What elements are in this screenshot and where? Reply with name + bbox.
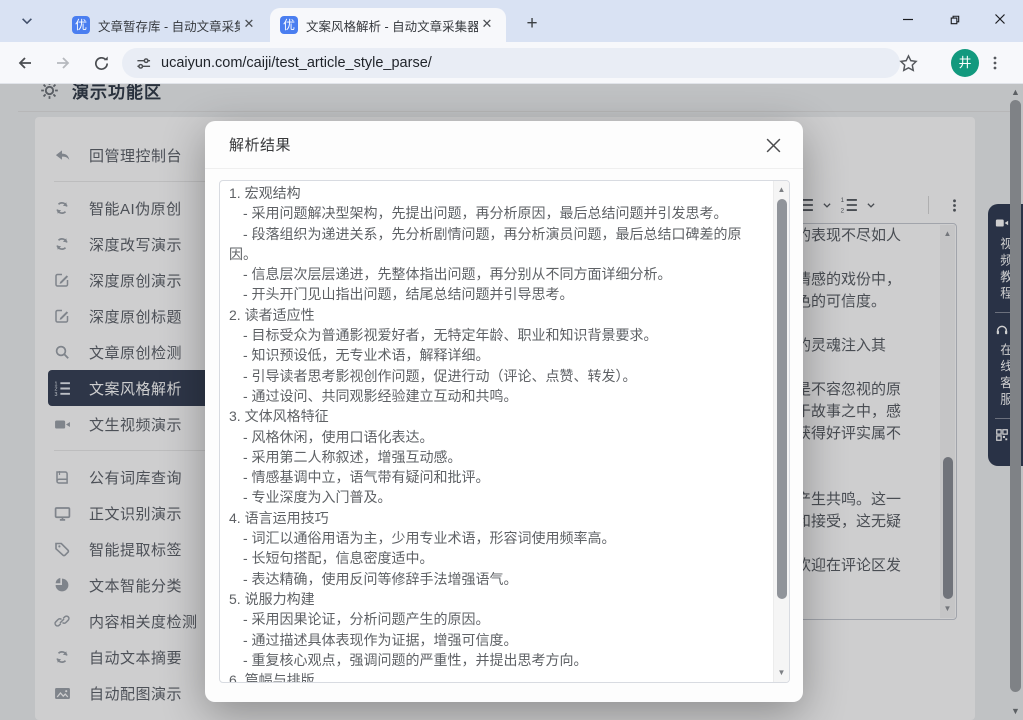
modal-scrollbar-thumb[interactable] xyxy=(777,199,787,599)
modal-close-icon[interactable] xyxy=(759,131,787,159)
browser-tab-inactive[interactable]: 优 文章暂存库 - 自动文章采集器-优 ✕ xyxy=(62,8,268,42)
modal-title: 解析结果 xyxy=(229,134,291,155)
tab-close-icon[interactable]: ✕ xyxy=(240,16,258,34)
scroll-up-icon[interactable]: ▲ xyxy=(774,182,789,198)
window-close-icon[interactable] xyxy=(977,0,1023,38)
tab-title: 文章暂存库 - 自动文章采集器-优 xyxy=(98,16,240,35)
back-button[interactable] xyxy=(10,48,40,78)
browser-menu-kebab-icon[interactable] xyxy=(987,49,1013,77)
browser-toolbar: ucaiyun.com/caiji/test_article_style_par… xyxy=(0,42,1023,84)
reload-button[interactable] xyxy=(86,48,116,78)
scroll-down-icon[interactable]: ▼ xyxy=(774,665,789,681)
url-input[interactable]: ucaiyun.com/caiji/test_article_style_par… xyxy=(161,55,432,71)
profile-avatar[interactable]: 井 xyxy=(951,49,979,77)
tab-title: 文案风格解析 - 自动文章采集器 xyxy=(306,16,478,35)
browser-tab-strip: 优 文章暂存库 - 自动文章采集器-优 ✕ 优 文案风格解析 - 自动文章采集器… xyxy=(0,0,1023,42)
site-favicon: 优 xyxy=(72,16,90,34)
browser-tab-active[interactable]: 优 文案风格解析 - 自动文章采集器 ✕ xyxy=(270,8,506,42)
address-bar[interactable]: ucaiyun.com/caiji/test_article_style_par… xyxy=(122,48,900,78)
modal-scrollbar[interactable]: ▲ ▼ xyxy=(773,181,789,682)
tab-close-icon[interactable]: ✕ xyxy=(478,16,496,34)
parse-result-modal: 解析结果 1. 宏观结构 - 采用问题解决型架构，先提出问题，再分析原因，最后总… xyxy=(205,121,803,702)
site-favicon: 优 xyxy=(280,16,298,34)
modal-header-divider xyxy=(205,168,803,169)
window-controls xyxy=(885,0,1023,42)
forward-button[interactable] xyxy=(48,48,78,78)
page-content: 演示功能区 回管理控制台智能AI伪原创深度改写演示深度原创演示深度原创标题文章原… xyxy=(0,84,1023,720)
parse-result-textbox[interactable]: 1. 宏观结构 - 采用问题解决型架构，先提出问题，再分析原因，最后总结问题并引… xyxy=(219,180,790,683)
parse-result-text: 1. 宏观结构 - 采用问题解决型架构，先提出问题，再分析原因，最后总结问题并引… xyxy=(229,183,751,683)
window-restore-icon[interactable] xyxy=(931,0,977,38)
window-minimize-icon[interactable] xyxy=(885,0,931,38)
site-settings-icon[interactable] xyxy=(136,56,151,71)
tab-search-chevron-icon[interactable] xyxy=(20,9,48,33)
new-tab-button[interactable]: + xyxy=(518,10,546,38)
bookmark-star-icon[interactable] xyxy=(899,49,927,77)
browser-window: 优 文章暂存库 - 自动文章采集器-优 ✕ 优 文案风格解析 - 自动文章采集器… xyxy=(0,0,1023,720)
